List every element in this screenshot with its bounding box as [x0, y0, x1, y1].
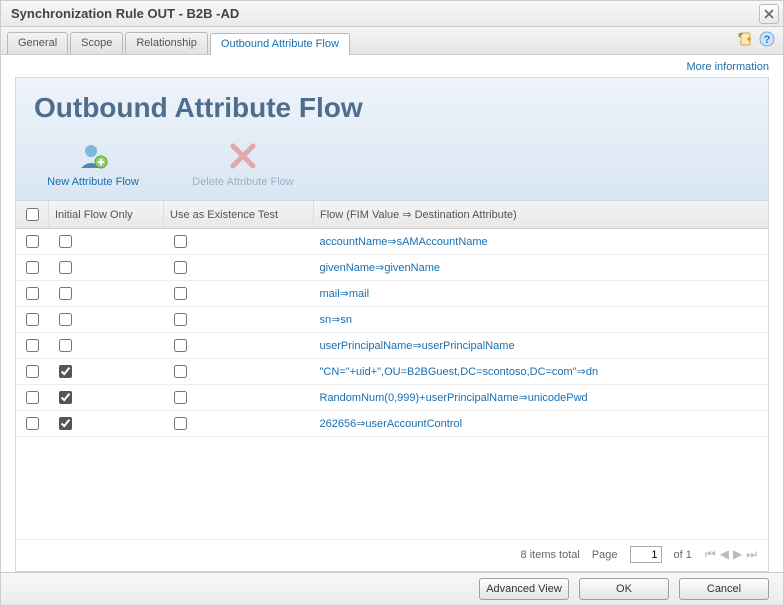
select-all-header — [16, 201, 49, 229]
initial-flow-only-checkbox[interactable] — [59, 339, 72, 352]
tab-scope[interactable]: Scope — [70, 32, 123, 54]
page-last-icon[interactable]: ⏭ — [745, 547, 758, 562]
table-row[interactable]: 262656⇒userAccountControl — [16, 411, 768, 437]
svg-text:?: ? — [764, 34, 771, 46]
row-select-checkbox[interactable] — [26, 287, 39, 300]
existence-test-checkbox[interactable] — [174, 391, 187, 404]
tab-outbound-attribute-flow[interactable]: Outbound Attribute Flow — [210, 33, 350, 55]
delete-attribute-flow-action: Delete Attribute Flow — [188, 140, 298, 188]
tab-general[interactable]: General — [7, 32, 68, 54]
table-footer: 8 items total Page of 1 ⏮ ◀ ▶ ⏭ — [16, 539, 768, 571]
row-select-checkbox[interactable] — [26, 313, 39, 326]
more-information-row: More information — [1, 55, 783, 73]
flow-link[interactable]: userPrincipalName⇒userPrincipalName — [320, 340, 515, 352]
table-row[interactable]: RandomNum(0,999)+userPrincipalName⇒unico… — [16, 385, 768, 411]
window-title: Synchronization Rule OUT - B2B -AD — [11, 6, 239, 21]
row-select-checkbox[interactable] — [26, 391, 39, 404]
flow-link[interactable]: givenName⇒givenName — [320, 262, 441, 274]
hero-panel: Outbound Attribute Flow New Attribute Fl… — [15, 77, 769, 201]
flow-link[interactable]: sn⇒sn — [320, 314, 352, 326]
initial-flow-only-checkbox[interactable] — [59, 391, 72, 404]
delete-attribute-flow-label: Delete Attribute Flow — [192, 176, 294, 188]
select-all-checkbox[interactable] — [26, 208, 39, 221]
window-titlebar: Synchronization Rule OUT - B2B -AD — [1, 1, 783, 27]
tab-relationship[interactable]: Relationship — [125, 32, 208, 54]
more-information-link[interactable]: More information — [686, 61, 769, 73]
new-item-icon[interactable] — [737, 31, 753, 47]
initial-flow-only-checkbox[interactable] — [59, 261, 72, 274]
header-existence-test[interactable]: Use as Existence Test — [164, 201, 314, 229]
page-label-before: Page — [592, 549, 618, 561]
initial-flow-only-checkbox[interactable] — [59, 365, 72, 378]
table-row[interactable]: accountName⇒sAMAccountName — [16, 229, 768, 255]
table-row[interactable]: sn⇒sn — [16, 307, 768, 333]
close-button[interactable] — [759, 4, 779, 24]
row-select-checkbox[interactable] — [26, 417, 39, 430]
pagination-controls: ⏮ ◀ ▶ ⏭ — [704, 547, 758, 562]
row-select-checkbox[interactable] — [26, 365, 39, 378]
help-icon[interactable]: ? — [759, 31, 775, 47]
items-total: 8 items total — [521, 549, 580, 561]
delete-icon — [227, 140, 259, 172]
new-attribute-flow-action[interactable]: New Attribute Flow — [38, 140, 148, 188]
table-row[interactable]: "CN="+uid+",OU=B2BGuest,DC=scontoso,DC=c… — [16, 359, 768, 385]
header-flow[interactable]: Flow (FIM Value ⇒ Destination Attribute) — [314, 201, 769, 229]
row-select-checkbox[interactable] — [26, 235, 39, 248]
initial-flow-only-checkbox[interactable] — [59, 235, 72, 248]
page-prev-icon[interactable]: ◀ — [719, 547, 730, 562]
flow-link[interactable]: 262656⇒userAccountControl — [320, 418, 463, 430]
existence-test-checkbox[interactable] — [174, 365, 187, 378]
row-select-checkbox[interactable] — [26, 261, 39, 274]
attribute-flow-table: Initial Flow Only Use as Existence Test … — [16, 201, 768, 437]
initial-flow-only-checkbox[interactable] — [59, 287, 72, 300]
advanced-view-button[interactable]: Advanced View — [479, 578, 569, 600]
existence-test-checkbox[interactable] — [174, 313, 187, 326]
existence-test-checkbox[interactable] — [174, 287, 187, 300]
dialog-button-bar: Advanced View OK Cancel — [1, 572, 783, 605]
user-add-icon — [77, 140, 109, 172]
existence-test-checkbox[interactable] — [174, 235, 187, 248]
attribute-flow-table-wrapper: Initial Flow Only Use as Existence Test … — [15, 201, 769, 572]
close-icon — [764, 9, 774, 19]
page-input[interactable] — [630, 546, 662, 563]
ok-button[interactable]: OK — [579, 578, 669, 600]
existence-test-checkbox[interactable] — [174, 339, 187, 352]
page-label-after: of 1 — [674, 549, 692, 561]
flow-link[interactable]: RandomNum(0,999)+userPrincipalName⇒unico… — [320, 392, 588, 404]
existence-test-checkbox[interactable] — [174, 417, 187, 430]
table-row[interactable]: userPrincipalName⇒userPrincipalName — [16, 333, 768, 359]
cancel-button[interactable]: Cancel — [679, 578, 769, 600]
initial-flow-only-checkbox[interactable] — [59, 313, 72, 326]
flow-link[interactable]: mail⇒mail — [320, 288, 370, 300]
tabs: General Scope Relationship Outbound Attr… — [1, 27, 783, 55]
initial-flow-only-checkbox[interactable] — [59, 417, 72, 430]
page-first-icon[interactable]: ⏮ — [704, 547, 717, 562]
table-row[interactable]: mail⇒mail — [16, 281, 768, 307]
row-select-checkbox[interactable] — [26, 339, 39, 352]
new-attribute-flow-label: New Attribute Flow — [47, 176, 139, 188]
page-next-icon[interactable]: ▶ — [732, 547, 743, 562]
page-title: Outbound Attribute Flow — [34, 92, 750, 124]
table-row[interactable]: givenName⇒givenName — [16, 255, 768, 281]
existence-test-checkbox[interactable] — [174, 261, 187, 274]
header-initial-flow-only[interactable]: Initial Flow Only — [49, 201, 164, 229]
flow-link[interactable]: accountName⇒sAMAccountName — [320, 236, 488, 248]
flow-link[interactable]: "CN="+uid+",OU=B2BGuest,DC=scontoso,DC=c… — [320, 366, 599, 378]
